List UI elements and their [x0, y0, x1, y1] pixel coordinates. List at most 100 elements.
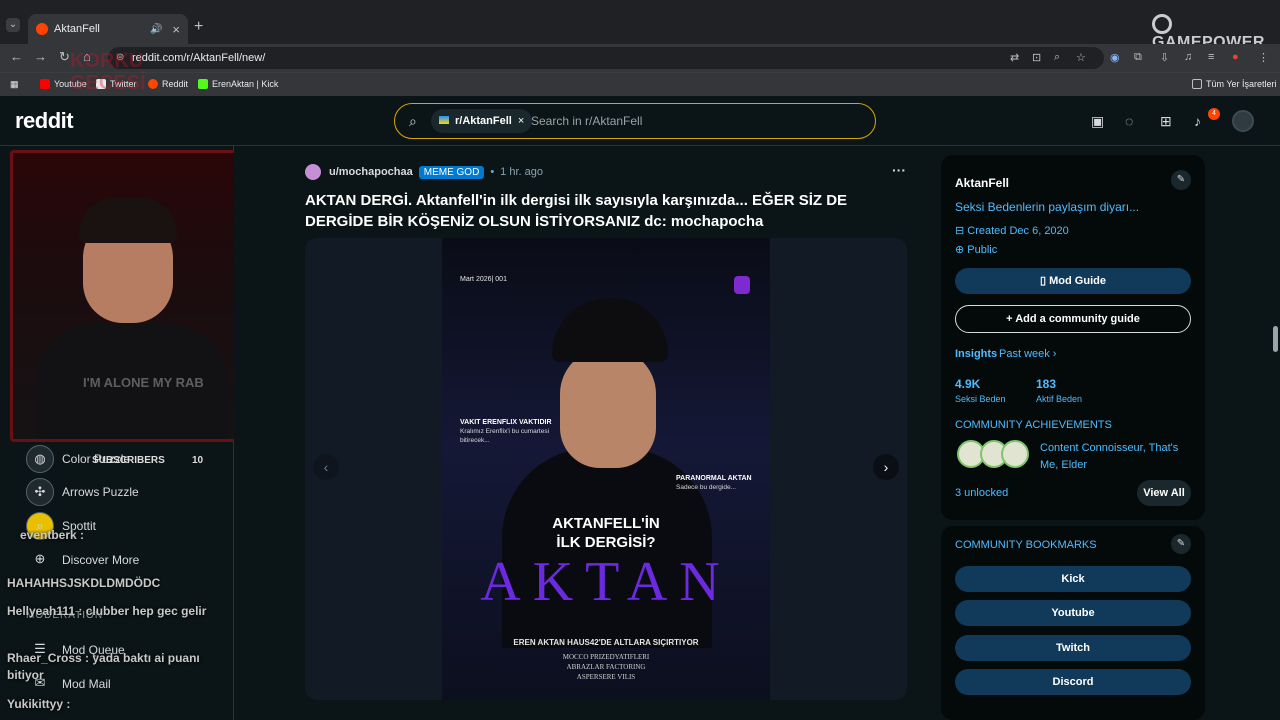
streamer-webcam-overlay: I'M ALONE MY RAB: [10, 150, 238, 442]
post-media[interactable]: Mart 2026| 001 VAKIT ERENFLIX VAKTIDIR Kr…: [305, 238, 907, 700]
gamepad-icon: ⊕: [34, 551, 46, 566]
post-options-icon[interactable]: ···: [892, 162, 906, 178]
bookmark-youtube-button[interactable]: Youtube: [955, 600, 1191, 626]
reddit-header: reddit ⌕ r/AktanFell × Search in r/AktanF…: [0, 96, 1280, 146]
notification-badge: 4: [1208, 108, 1220, 120]
page-scrollbar[interactable]: [1270, 146, 1280, 720]
close-tab-icon[interactable]: ×: [172, 22, 180, 37]
stat-label: Aktif Beden: [1036, 394, 1083, 404]
edit-icon[interactable]: ✎: [1171, 534, 1191, 554]
bookmark-star-icon[interactable]: ☆: [1076, 51, 1086, 64]
user-avatar[interactable]: [1232, 110, 1254, 132]
insights-label[interactable]: Insights: [955, 348, 997, 360]
all-bookmarks[interactable]: Tüm Yer İşaretleri: [1192, 79, 1277, 89]
create-post-icon[interactable]: ⊞: [1160, 113, 1172, 130]
folder-icon: [1192, 79, 1202, 89]
subscribers-label: SUBSCRIBERS: [92, 455, 165, 466]
search-placeholder: Search in r/AktanFell: [531, 114, 643, 128]
subscribers-count: 10: [192, 455, 204, 466]
magazine-left-block: VAKIT ERENFLIX VAKTIDIR Kralımız Erenflix…: [460, 419, 552, 444]
chat-message: Rhaer_Cross : yada baktı ai puanı bitiyo…: [7, 651, 200, 682]
new-tab-button[interactable]: +: [194, 18, 203, 36]
carousel-prev-button[interactable]: ‹: [313, 454, 339, 480]
sidebar-item-arrows-puzzle[interactable]: ✣ Arrows Puzzle: [26, 478, 139, 506]
back-icon[interactable]: ←: [10, 49, 23, 64]
install-icon[interactable]: ⊡: [1032, 51, 1041, 64]
extensions-icon[interactable]: ⧉: [1134, 51, 1142, 64]
guide-icon: ▯: [1040, 275, 1047, 287]
stat-value: 183: [1036, 377, 1057, 391]
plus-icon: +: [1006, 313, 1013, 325]
downloads-icon[interactable]: ⇩: [1160, 51, 1169, 64]
magazine-cover-image: Mart 2026| 001 VAKIT ERENFLIX VAKTIDIR Kr…: [442, 238, 770, 700]
edit-icon[interactable]: ✎: [1171, 170, 1191, 190]
bookmark-discord-button[interactable]: Discord: [955, 669, 1191, 695]
zoom-icon[interactable]: ⌕: [1054, 51, 1060, 64]
user-flair: MEME GOD: [418, 165, 485, 179]
translate-icon[interactable]: ⇄: [1010, 51, 1019, 64]
menu-icon[interactable]: ⋮: [1258, 51, 1269, 64]
unlocked-count: 3 unlocked: [955, 487, 1009, 499]
sidebar-item-discover-more[interactable]: ⊕ Discover More: [26, 546, 140, 574]
profile-icon[interactable]: ●: [1232, 51, 1239, 63]
visibility: ⊕ Public: [955, 244, 998, 256]
subreddit-icon: [439, 116, 449, 124]
bookmark-kick-button[interactable]: Kick: [955, 566, 1191, 592]
post-title[interactable]: AKTAN DERGİ. Aktanfell'in ilk dergisi il…: [305, 190, 905, 232]
achievement-badge-icon[interactable]: [1001, 440, 1029, 468]
reddit-logo[interactable]: reddit: [15, 108, 74, 134]
chat-icon[interactable]: ◌: [1125, 113, 1133, 129]
post-time: 1 hr. ago: [500, 166, 543, 178]
bookmarks-bar: ▦ Youtube Twitter Reddit ErenAktan | Kic…: [0, 72, 1280, 96]
bookmark-kick[interactable]: ErenAktan | Kick: [198, 79, 278, 89]
search-icon: ⌕: [409, 113, 417, 129]
apps-icon[interactable]: ▦: [10, 79, 19, 90]
community-description: Seksi Bedenlerin paylaşım diyarı...: [955, 200, 1140, 214]
insights-period[interactable]: Past week ›: [999, 348, 1056, 360]
stream-watermark: KORKU GECESİ: [70, 50, 146, 94]
search-bar[interactable]: ⌕ r/AktanFell × Search in r/AktanFell: [394, 103, 876, 139]
magazine-headline: AKTANFELL'İN İLK DERGİSİ?: [552, 515, 660, 551]
shirt-text: I'M ALONE MY RAB: [83, 375, 204, 390]
reddit-icon: [148, 79, 158, 89]
ads-icon[interactable]: ▣: [1091, 113, 1104, 130]
tab-search-button[interactable]: ⌄: [6, 18, 20, 32]
chat-message: Yukikittyy :: [7, 697, 71, 711]
community-name: AktanFell: [955, 176, 1010, 190]
forward-icon[interactable]: →: [34, 49, 47, 64]
magazine-right-block: PARANORMAL AKTAN Sadece bu dergide...: [676, 475, 752, 491]
globe-icon: ⊕: [955, 244, 965, 256]
bookmark-reddit[interactable]: Reddit: [148, 79, 188, 89]
mod-guide-button[interactable]: ▯ Mod Guide: [955, 268, 1191, 294]
reload-icon[interactable]: ↻: [59, 49, 70, 65]
media-icon[interactable]: ♫: [1184, 51, 1192, 63]
browser-tab[interactable]: AktanFell 🔊 ×: [28, 14, 188, 44]
post-meta: u/mochapochaa MEME GOD • 1 hr. ago: [305, 164, 543, 180]
reading-list-icon[interactable]: ≡: [1208, 51, 1214, 63]
magazine-tagline: EREN AKTAN HAUS42'DE ALTLARA SIÇIRTIYOR: [513, 638, 699, 647]
chip-close-icon[interactable]: ×: [518, 115, 524, 127]
tab-title: AktanFell: [54, 23, 100, 35]
address-bar[interactable]: ⊜ reddit.com/r/AktanFell/new/: [108, 47, 1104, 69]
stat-value: 4.9K: [955, 377, 981, 391]
notifications-icon[interactable]: ♪: [1194, 113, 1201, 129]
add-community-guide-button[interactable]: + Add a community guide: [955, 305, 1191, 333]
speaker-icon[interactable]: 🔊: [150, 24, 162, 35]
subreddit-chip[interactable]: r/AktanFell ×: [431, 109, 533, 133]
magazine-title: AKTAN: [480, 551, 732, 613]
stat-label: Seksi Beden: [955, 394, 1006, 404]
browser-toolbar: ← → ↻ ⌂ ⊜ reddit.com/r/AktanFell/new/ ⇄ …: [0, 44, 1280, 72]
reddit-favicon-icon: [36, 23, 48, 35]
extension-radio-icon[interactable]: ◉: [1110, 51, 1120, 64]
author-name[interactable]: u/mochapochaa: [329, 166, 413, 178]
author-avatar[interactable]: [305, 164, 321, 180]
scrollbar-thumb[interactable]: [1273, 326, 1278, 352]
arrows-icon: ✣: [26, 478, 54, 506]
carousel-next-button[interactable]: ›: [873, 454, 899, 480]
magazine-logo-icon: [734, 276, 750, 294]
created-date: ⊟ Created Dec 6, 2020: [955, 225, 1069, 237]
youtube-icon: [40, 79, 50, 89]
magazine-issue: Mart 2026| 001: [460, 276, 507, 283]
view-all-button[interactable]: View All: [1137, 480, 1191, 506]
bookmark-twitch-button[interactable]: Twitch: [955, 635, 1191, 661]
